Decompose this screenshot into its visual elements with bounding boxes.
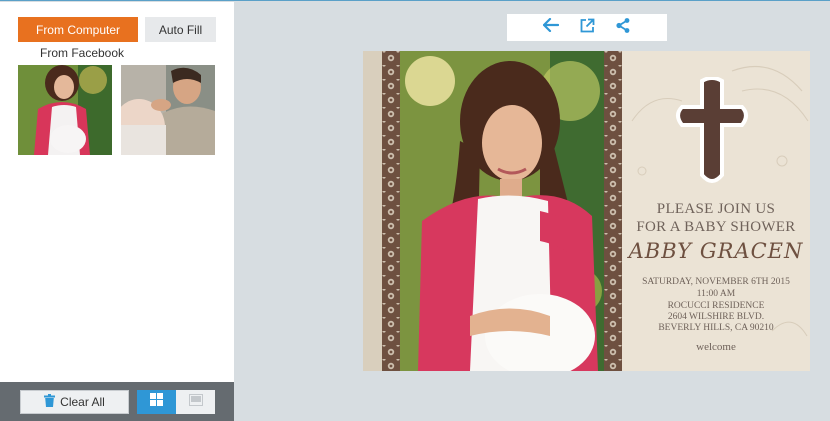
event-date: SATURDAY, NOVEMBER 6TH 2015 [642, 277, 790, 287]
photo-source-panel: From Computer Auto Fill From Facebook [0, 2, 234, 382]
single-view-button[interactable] [176, 390, 215, 414]
from-facebook-link[interactable]: From Facebook [40, 46, 124, 60]
invite-line-1: PLEASE JOIN US [656, 201, 776, 217]
invitation-card-preview[interactable]: PLEASE JOIN US FOR A BABY SHOWER ABBY GR… [363, 51, 810, 371]
share-button[interactable] [614, 17, 632, 38]
back-arrow-icon [542, 17, 560, 37]
open-external-icon [580, 18, 595, 38]
clear-all-button[interactable]: Clear All [20, 390, 129, 414]
view-toggle [137, 390, 215, 414]
photo-thumbnail[interactable] [121, 65, 215, 155]
single-view-icon [188, 393, 203, 411]
welcome-text: welcome [696, 341, 736, 353]
invitation-text-panel: PLEASE JOIN US FOR A BABY SHOWER ABBY GR… [622, 51, 810, 371]
photo-thumbnail[interactable] [18, 65, 112, 155]
from-computer-button[interactable]: From Computer [18, 17, 138, 42]
grid-view-icon [150, 393, 163, 411]
bottom-bar: Clear All [0, 382, 234, 421]
grid-view-button[interactable] [137, 390, 176, 414]
event-city: BEVERLY HILLS, CA 90210 [658, 323, 774, 333]
event-time: 11:00 AM [696, 289, 736, 299]
share-icon [616, 17, 630, 38]
card-photo[interactable] [400, 51, 605, 371]
clear-all-label: Clear All [60, 395, 105, 409]
back-button[interactable] [542, 17, 560, 37]
cross-icon [674, 76, 750, 194]
lace-trim [382, 51, 400, 371]
event-venue: ROCUCCI RESIDENCE [667, 301, 765, 311]
card-toolbar [507, 14, 667, 41]
open-external-button[interactable] [578, 18, 596, 38]
honoree-name: ABBY GRACEN [628, 239, 804, 263]
event-street: 2604 WILSHIRE BLVD. [667, 312, 765, 322]
invite-line-2: FOR A BABY SHOWER [636, 219, 796, 235]
trash-icon [44, 394, 56, 410]
lace-trim [604, 51, 622, 371]
auto-fill-button[interactable]: Auto Fill [145, 17, 216, 42]
